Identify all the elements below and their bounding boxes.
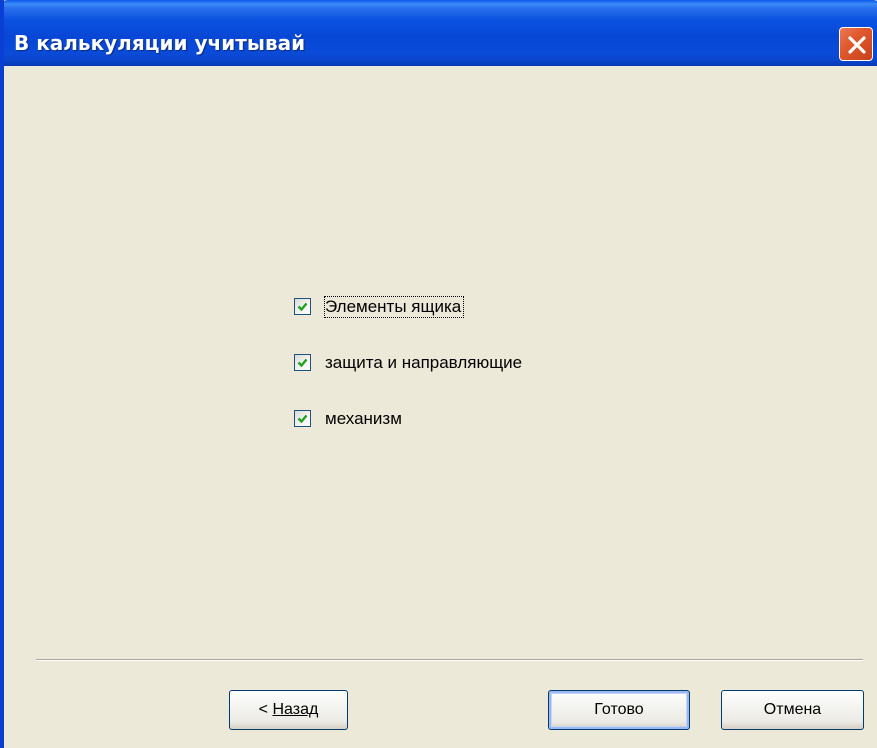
- checkmark-icon: [297, 414, 308, 424]
- close-icon: [848, 36, 866, 54]
- checkbox-mekhanizm[interactable]: [294, 410, 311, 427]
- checkmark-icon: [297, 358, 308, 368]
- finish-button-label: Готово: [594, 701, 644, 718]
- back-button[interactable]: < Назад: [229, 690, 348, 730]
- back-arrow: <: [258, 701, 273, 718]
- window-title: В калькуляции учитывай: [14, 31, 306, 55]
- back-button-label: Назад: [272, 701, 319, 718]
- checkbox-zashchita-i-napravlyayushchie[interactable]: [294, 354, 311, 371]
- checkbox-elementy-yashchika[interactable]: [294, 298, 311, 315]
- cancel-button-label: Отмена: [763, 701, 822, 718]
- option-label: Элементы ящика: [323, 296, 465, 318]
- separator: [36, 659, 863, 661]
- checkmark-icon: [297, 302, 308, 312]
- cancel-button[interactable]: Отмена: [721, 690, 864, 730]
- option-label: защита и направляющие: [325, 353, 523, 372]
- option-label: механизм: [325, 409, 402, 428]
- close-button[interactable]: [839, 27, 873, 61]
- dialog-window: В калькуляции учитывай Элементы ящика за…: [0, 0, 877, 748]
- finish-button[interactable]: Готово: [548, 690, 690, 730]
- title-bar[interactable]: В калькуляции учитывай: [4, 0, 877, 66]
